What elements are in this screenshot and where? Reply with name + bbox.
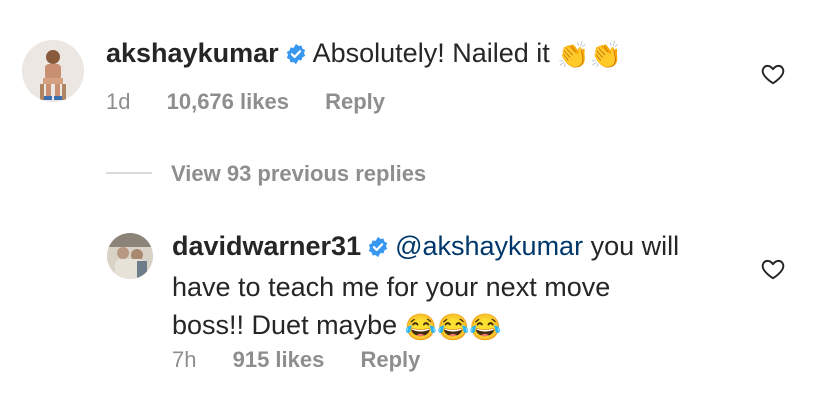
comment-2-line-3: boss!! Duet maybe 😂😂😂 [172, 306, 752, 346]
comment-author[interactable]: akshaykumar [106, 38, 279, 68]
comment-1-line: akshaykumar Absolutely! Nailed it 👏👏 [106, 34, 746, 75]
comment-1: akshaykumar Absolutely! Nailed it 👏👏 [106, 34, 746, 75]
avatar-image [22, 40, 84, 102]
like-button[interactable] [760, 61, 786, 87]
comment-time: 1d [106, 89, 131, 114]
reply-button[interactable]: Reply [360, 347, 420, 372]
clapping-hands-emoji: 👏👏 [557, 40, 623, 70]
reply-button[interactable]: Reply [325, 89, 385, 114]
comment-text: you will [590, 231, 680, 261]
comment-time: 7h [172, 347, 197, 372]
comment-text: Absolutely! Nailed it [312, 38, 550, 68]
comment-2-line-2: have to teach me for your next move [172, 272, 611, 302]
comment-likes[interactable]: 10,676 likes [167, 89, 289, 114]
heart-outline-icon [761, 64, 785, 85]
verified-badge-icon [285, 37, 307, 75]
avatar-image [107, 233, 153, 279]
comment-2: davidwarner31 @akshaykumar you will have … [172, 227, 752, 346]
view-previous-replies-button[interactable]: View 93 previous replies [171, 161, 426, 187]
comment-1-meta: 1d 10,676 likes Reply [106, 89, 385, 115]
like-button[interactable] [760, 256, 786, 282]
comment-author[interactable]: davidwarner31 [172, 231, 361, 261]
avatar[interactable] [22, 40, 84, 102]
comment-2-meta: 7h 915 likes Reply [172, 347, 420, 373]
comment-2-line-1: davidwarner31 @akshaykumar you will [172, 227, 752, 268]
avatar[interactable] [107, 233, 153, 279]
laughing-tears-emoji: 😂😂😂 [404, 312, 502, 342]
mention-link[interactable]: @akshaykumar [395, 231, 583, 261]
replies-divider [106, 172, 152, 174]
comment-text: boss!! Duet maybe [172, 310, 398, 340]
heart-outline-icon [761, 259, 785, 280]
verified-badge-icon [367, 230, 389, 268]
comment-likes[interactable]: 915 likes [233, 347, 325, 372]
